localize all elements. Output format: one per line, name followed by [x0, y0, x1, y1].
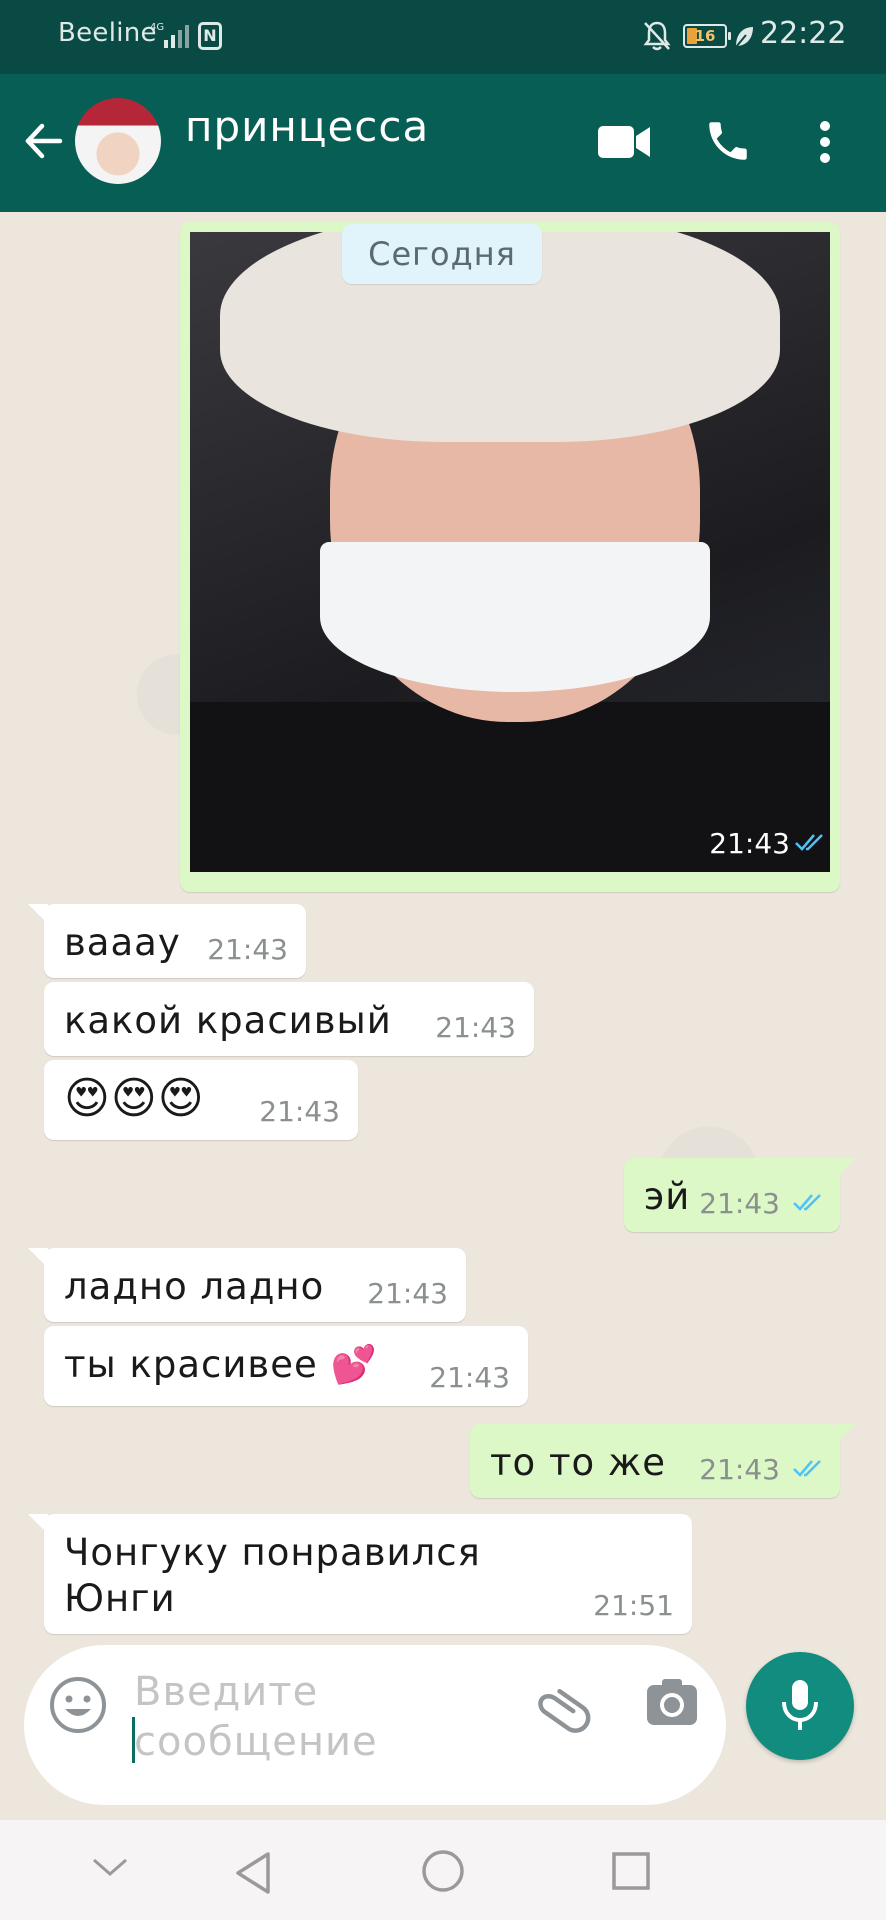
- message-time: 21:43: [699, 1453, 780, 1486]
- camera-icon[interactable]: [644, 1675, 700, 1735]
- phone-icon[interactable]: [703, 116, 753, 170]
- nav-back-icon[interactable]: [232, 1850, 274, 1900]
- incoming-message[interactable]: вааау 21:43: [28, 904, 306, 978]
- nav-recents-icon[interactable]: [610, 1850, 652, 1896]
- photo-message[interactable]: 21:43: [180, 222, 840, 892]
- message-text: какой красивый: [64, 999, 392, 1042]
- battery-level: 16: [694, 27, 716, 45]
- read-ticks-icon: [792, 1458, 826, 1482]
- incoming-message[interactable]: какой красивый 21:43: [44, 982, 534, 1056]
- date-divider: Сегодня: [342, 224, 542, 284]
- contact-name[interactable]: принцесса: [185, 102, 429, 151]
- video-camera-icon[interactable]: [596, 122, 652, 166]
- message-time: 21:51: [593, 1589, 674, 1622]
- message-text: 😍😍😍: [64, 1073, 205, 1124]
- microphone-icon: [782, 1680, 818, 1730]
- message-time: 21:43: [367, 1277, 448, 1310]
- message-input[interactable]: Введите сообщение: [134, 1667, 434, 1783]
- microphone-button[interactable]: [746, 1652, 854, 1760]
- signal-icon: 4G: [150, 20, 194, 54]
- message-time: 21:43: [699, 1187, 780, 1220]
- system-navigation-bar: [0, 1820, 886, 1920]
- chat-header: принцесса: [0, 74, 886, 212]
- avatar[interactable]: [75, 98, 161, 184]
- message-time: 21:43: [207, 933, 288, 966]
- outgoing-message[interactable]: то то же 21:43: [470, 1424, 856, 1498]
- incoming-message[interactable]: ладно ладно 21:43: [28, 1248, 466, 1322]
- read-ticks-icon: [792, 1192, 826, 1216]
- message-text: ты красивее 💕: [64, 1343, 378, 1386]
- message-text: вааау: [64, 921, 181, 964]
- message-time: 21:43: [709, 827, 790, 860]
- message-text: то то же: [490, 1441, 666, 1484]
- message-text: ладно ладно: [64, 1265, 325, 1308]
- incoming-message[interactable]: Чонгуку понравился Юнги 21:51: [28, 1514, 692, 1634]
- message-text: эй: [644, 1175, 691, 1218]
- nfc-icon: N: [198, 22, 222, 50]
- bell-muted-icon: [642, 20, 672, 56]
- message-time: 21:43: [259, 1095, 340, 1128]
- more-vertical-icon[interactable]: [810, 118, 840, 172]
- read-ticks-icon: [794, 832, 828, 856]
- message-time: 21:43: [429, 1361, 510, 1394]
- message-list[interactable]: 21:43 Сегодня вааау 21:43 какой красивый…: [0, 212, 886, 1820]
- outgoing-message[interactable]: эй 21:43: [624, 1158, 856, 1232]
- message-time: 21:43: [435, 1011, 516, 1044]
- carrier-label: Beeline: [58, 18, 157, 48]
- emoji-icon[interactable]: [48, 1675, 108, 1739]
- incoming-message[interactable]: ты красивее 💕 21:43: [44, 1326, 528, 1406]
- arrow-left-icon[interactable]: [22, 120, 64, 166]
- chevron-down-icon[interactable]: [90, 1856, 130, 1884]
- incoming-message[interactable]: 😍😍😍 21:43: [44, 1060, 358, 1140]
- message-composer: Введите сообщение: [24, 1645, 726, 1805]
- battery-icon: 16: [683, 24, 731, 48]
- status-bar: Beeline 4G N 16 22:22: [0, 0, 886, 74]
- paperclip-icon[interactable]: [532, 1675, 592, 1739]
- status-clock: 22:22: [760, 16, 847, 51]
- power-saving-leaf-icon: [733, 24, 755, 54]
- network-label: 4G: [150, 22, 164, 33]
- photo-thumbnail[interactable]: [190, 232, 830, 872]
- message-text: Чонгуку понравился Юнги: [64, 1531, 481, 1620]
- nav-home-icon[interactable]: [420, 1848, 466, 1898]
